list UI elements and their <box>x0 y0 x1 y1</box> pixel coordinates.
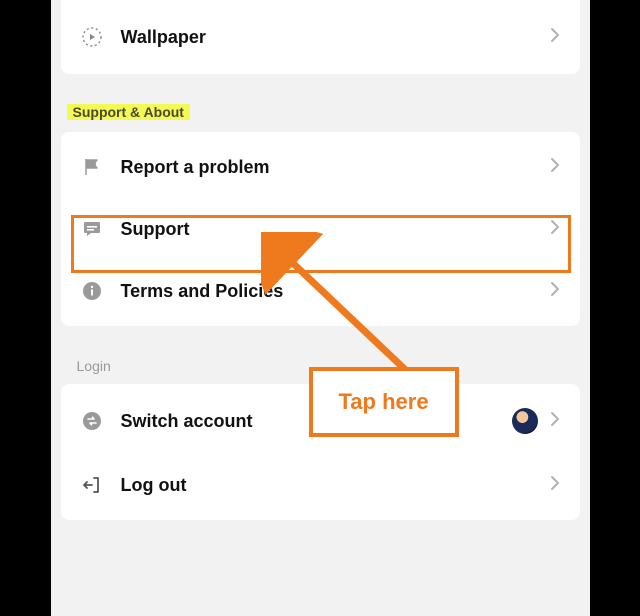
chat-icon <box>81 218 103 240</box>
row-label: Log out <box>121 475 550 496</box>
avatar <box>512 408 538 434</box>
row-terms-policies[interactable]: Terms and Policies <box>61 260 580 322</box>
info-icon <box>81 280 103 302</box>
row-label: Switch account <box>121 411 512 432</box>
switch-icon <box>81 410 103 432</box>
card-top: Wallpaper <box>61 0 580 74</box>
row-report-problem[interactable]: Report a problem <box>61 136 580 198</box>
section-header-login: Login <box>67 358 117 374</box>
chevron-right-icon <box>550 281 560 302</box>
flag-icon <box>81 156 103 178</box>
card-login: Switch account Log out <box>61 384 580 520</box>
chevron-right-icon <box>550 411 560 432</box>
chevron-right-icon <box>550 27 560 48</box>
row-label: Terms and Policies <box>121 281 550 302</box>
section-header-support: Support & About <box>67 104 190 120</box>
row-label: Report a problem <box>121 157 550 178</box>
row-support[interactable]: Support <box>61 198 580 260</box>
row-log-out[interactable]: Log out <box>61 454 580 516</box>
row-switch-account[interactable]: Switch account <box>61 388 580 454</box>
chevron-right-icon <box>550 475 560 496</box>
chevron-right-icon <box>550 219 560 240</box>
chevron-right-icon <box>550 157 560 178</box>
logout-icon <box>81 474 103 496</box>
card-support: Report a problem Support Terms and Polic… <box>61 132 580 326</box>
row-label: Support <box>121 219 550 240</box>
row-label: Wallpaper <box>121 27 550 48</box>
row-wallpaper[interactable]: Wallpaper <box>61 6 580 68</box>
settings-screen: Wallpaper Support & About Report a probl… <box>51 0 590 616</box>
wallpaper-icon <box>81 26 103 48</box>
